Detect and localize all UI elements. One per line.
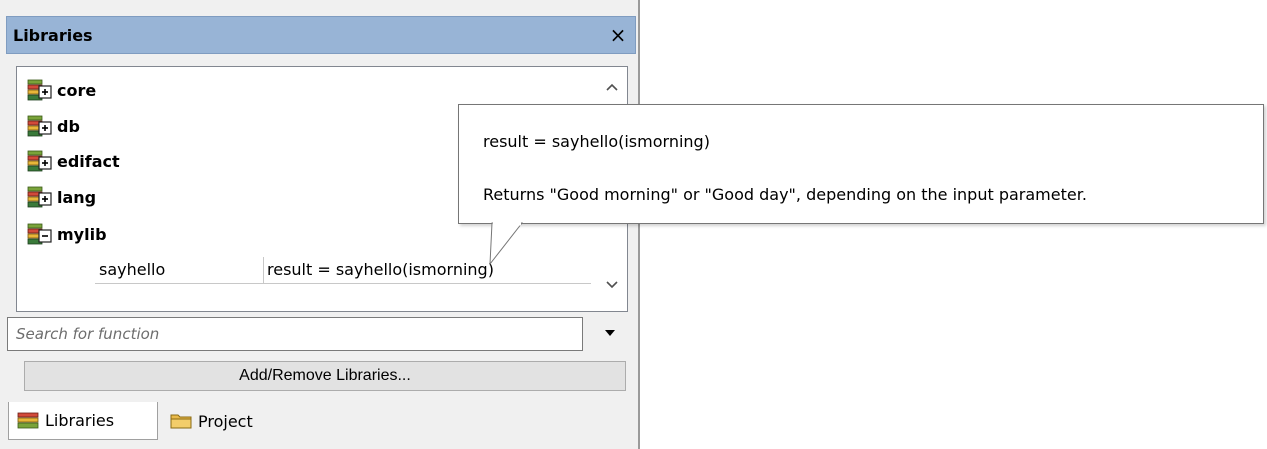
panel-title: Libraries <box>13 26 93 45</box>
tab-label: Project <box>198 411 253 431</box>
libraries-panel: Libraries × core db edifact lang mylib s… <box>0 0 640 449</box>
tab-project[interactable]: Project <box>162 402 302 440</box>
library-label: core <box>57 80 97 100</box>
chevron-down-icon[interactable] <box>590 317 630 351</box>
library-item-mylib[interactable]: mylib <box>27 219 107 249</box>
library-stack-minus-icon[interactable] <box>27 222 53 246</box>
function-name: sayhello <box>99 260 166 279</box>
library-label: db <box>57 116 80 136</box>
panel-titlebar: Libraries × <box>6 16 636 54</box>
tab-libraries[interactable]: Libraries <box>8 402 158 440</box>
tooltip-signature: result = sayhello(ismorning) <box>483 132 710 151</box>
library-item-lang[interactable]: lang <box>27 182 96 212</box>
libraries-icon <box>17 412 39 428</box>
function-signature: result = sayhello(ismorning) <box>267 260 494 279</box>
tab-label: Libraries <box>45 411 115 430</box>
library-stack-plus-icon[interactable] <box>27 114 53 138</box>
library-label: mylib <box>57 224 107 244</box>
add-remove-libraries-button[interactable]: Add/Remove Libraries... <box>24 361 626 391</box>
library-item-db[interactable]: db <box>27 111 80 141</box>
library-item-edifact[interactable]: edifact <box>27 146 120 176</box>
tooltip-description: Returns "Good morning" or "Good day", de… <box>483 185 1087 204</box>
library-label: edifact <box>57 151 120 171</box>
row-divider <box>95 283 591 284</box>
library-item-core[interactable]: core <box>27 75 96 105</box>
library-stack-plus-icon[interactable] <box>27 78 53 102</box>
function-tooltip: result = sayhello(ismorning) Returns "Go… <box>458 104 1264 224</box>
library-stack-plus-icon[interactable] <box>27 149 53 173</box>
library-stack-plus-icon[interactable] <box>27 185 53 209</box>
folder-icon <box>170 414 192 429</box>
library-label: lang <box>57 187 97 207</box>
scroll-down-icon[interactable] <box>603 277 621 295</box>
close-icon[interactable]: × <box>605 21 631 49</box>
scroll-up-icon[interactable] <box>603 79 621 97</box>
search-input[interactable] <box>7 317 583 351</box>
column-divider <box>263 257 264 283</box>
tooltip-pointer <box>489 222 524 266</box>
